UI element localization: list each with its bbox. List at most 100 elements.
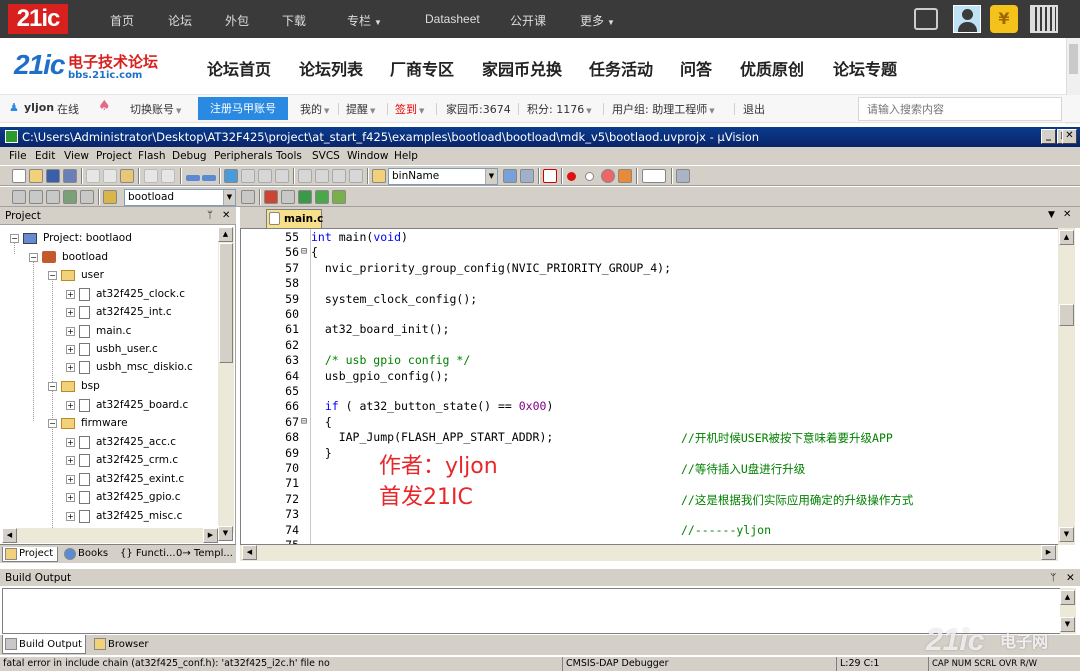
menu-view[interactable]: View <box>64 150 89 162</box>
collapse-icon[interactable]: − <box>29 252 38 262</box>
switch-account-menu[interactable]: 切换账号 ▼ <box>130 101 181 117</box>
search-input[interactable] <box>858 97 1062 121</box>
cut-icon[interactable] <box>86 169 100 183</box>
tab-books[interactable]: Books <box>62 547 114 562</box>
code-comment[interactable]: //等待插入U盘进行升级 <box>681 461 805 477</box>
qrcode-icon[interactable] <box>1030 5 1058 33</box>
tree-group-firmware[interactable]: − firmware <box>48 415 128 431</box>
pack-installer-icon[interactable] <box>298 190 312 204</box>
main-nav-forum-list[interactable]: 论坛列表 <box>299 56 363 80</box>
coins-count[interactable]: 家园币:3674 <box>446 101 511 117</box>
close-tab-icon[interactable]: ✕ <box>1063 209 1071 220</box>
expand-icon[interactable]: + <box>66 437 75 447</box>
pin-icon[interactable]: ᛘ <box>1050 569 1056 587</box>
expand-icon[interactable]: + <box>66 307 75 317</box>
target-select[interactable]: bootload ▼ <box>124 189 236 206</box>
window-layout-icon[interactable] <box>642 169 666 183</box>
project-horizontal-scrollbar[interactable]: ◀ ▶ <box>2 528 218 543</box>
scroll-right-icon[interactable]: ▶ <box>1041 545 1056 560</box>
tree-file[interactable]: + at32f425_misc.c <box>66 508 182 524</box>
batch-build-icon[interactable] <box>63 190 77 204</box>
points-menu[interactable]: 积分: 1176 ▼ <box>527 101 592 117</box>
code-line[interactable]: { <box>311 415 332 429</box>
incremental-find-icon[interactable] <box>520 169 534 183</box>
save-all-icon[interactable] <box>63 169 77 183</box>
start-debug-icon[interactable] <box>543 169 557 183</box>
tree-file[interactable]: + at32f425_crm.c <box>66 452 178 468</box>
collapse-icon[interactable]: − <box>48 381 57 391</box>
collapse-icon[interactable]: − <box>10 233 19 243</box>
tree-group-bsp[interactable]: − bsp <box>48 378 100 394</box>
code-line[interactable]: nvic_priority_group_config(NVIC_PRIORITY… <box>311 261 671 275</box>
scrollbar-thumb[interactable] <box>1069 44 1078 74</box>
translate-icon[interactable] <box>12 190 26 204</box>
tree-file[interactable]: + at32f425_gpio.c <box>66 489 181 505</box>
manage-components-icon[interactable] <box>264 190 278 204</box>
new-file-icon[interactable] <box>12 169 26 183</box>
code-line[interactable]: int main(void) <box>311 230 408 244</box>
menu-svcs[interactable]: SVCS <box>312 150 340 162</box>
clear-bookmarks-icon[interactable] <box>275 169 289 183</box>
code-editor[interactable]: 55 int main(void) 56 ⊟{57 nvic_priority_gro… <box>240 228 1060 545</box>
editor-horizontal-scrollbar[interactable]: ◀ ▶ <box>240 545 1058 561</box>
menu-help[interactable]: Help <box>394 150 418 162</box>
unindent-icon[interactable] <box>315 169 329 183</box>
copy-icon[interactable] <box>103 169 117 183</box>
menu-flash[interactable]: Flash <box>138 150 166 162</box>
build-output-text[interactable] <box>2 588 1062 634</box>
tree-file[interactable]: + usbh_user.c <box>66 341 158 357</box>
tree-file[interactable]: + at32f425_int.c <box>66 304 172 320</box>
collapse-icon[interactable]: − <box>48 270 57 280</box>
tab-list-icon[interactable]: ▼ <box>1048 210 1055 220</box>
menu-window[interactable]: Window <box>347 150 388 162</box>
scroll-up-icon[interactable]: ▲ <box>1059 230 1074 245</box>
build-icon[interactable] <box>29 190 43 204</box>
scrollbar-thumb[interactable] <box>219 243 233 363</box>
menu-file[interactable]: File <box>9 150 27 162</box>
tab-functions[interactable]: {} Functi... <box>118 547 176 562</box>
expand-icon[interactable]: + <box>66 455 75 465</box>
redo-icon[interactable] <box>161 169 175 183</box>
main-nav-coin-exchange[interactable]: 家园币兑换 <box>482 56 562 80</box>
code-comment[interactable]: //这是根据我们实际应用确定的升级操作方式 <box>681 492 913 508</box>
user-group-menu[interactable]: 用户组: 助理工程师 ▼ <box>612 101 715 117</box>
indent-icon[interactable] <box>298 169 312 183</box>
tab-project[interactable]: Project <box>2 547 58 562</box>
minimize-button[interactable]: _ <box>1041 129 1056 144</box>
run-time-environment-icon[interactable] <box>332 190 346 204</box>
kill-breakpoints-icon[interactable] <box>601 169 615 183</box>
tab-main-c[interactable]: main.c <box>266 209 323 228</box>
expand-icon[interactable]: + <box>66 326 75 336</box>
list-icon[interactable] <box>914 8 938 30</box>
close-panel-icon[interactable]: ✕ <box>222 207 230 225</box>
expand-icon[interactable]: + <box>66 362 75 372</box>
code-line[interactable]: system_clock_config(); <box>311 292 477 306</box>
download-icon[interactable] <box>103 190 117 204</box>
main-nav-qa[interactable]: 问答 <box>680 56 712 80</box>
tree-target[interactable]: − bootload <box>29 249 108 265</box>
logout-link[interactable]: 退出 <box>743 101 765 117</box>
chevron-down-icon[interactable]: ▼ <box>223 190 235 205</box>
code-line[interactable]: IAP_Jump(FLASH_APP_START_ADDR); <box>311 430 554 444</box>
scroll-down-icon[interactable]: ▼ <box>218 526 233 541</box>
comment-icon[interactable] <box>332 169 346 183</box>
pin-icon[interactable]: ᛘ <box>207 207 213 225</box>
expand-icon[interactable]: + <box>66 492 75 502</box>
menu-peripherals[interactable]: Peripherals <box>214 150 273 162</box>
coin-icon[interactable]: ¥ <box>990 5 1018 33</box>
undo-icon[interactable] <box>144 169 158 183</box>
top-nav-home[interactable]: 首页 <box>110 12 134 29</box>
code-line[interactable]: usb_gpio_config(); <box>311 369 450 383</box>
scroll-right-icon[interactable]: ▶ <box>203 528 218 543</box>
tree-file[interactable]: + at32f425_acc.c <box>66 434 176 450</box>
uncomment-icon[interactable] <box>349 169 363 183</box>
chevron-down-icon[interactable]: ▼ <box>485 169 497 184</box>
expand-icon[interactable]: + <box>66 400 75 410</box>
tree-file[interactable]: + at32f425_exint.c <box>66 471 184 487</box>
main-nav-forum-home[interactable]: 论坛首页 <box>207 56 271 80</box>
code-line[interactable]: at32_board_init(); <box>311 322 450 336</box>
top-nav-column[interactable]: 专栏 ▼ <box>347 12 382 29</box>
tab-browser[interactable]: Browser <box>92 635 152 654</box>
code-line[interactable]: if ( at32_button_state() == 0x00) <box>311 399 554 413</box>
register-alt-account-button[interactable]: 注册马甲账号 <box>198 97 288 120</box>
